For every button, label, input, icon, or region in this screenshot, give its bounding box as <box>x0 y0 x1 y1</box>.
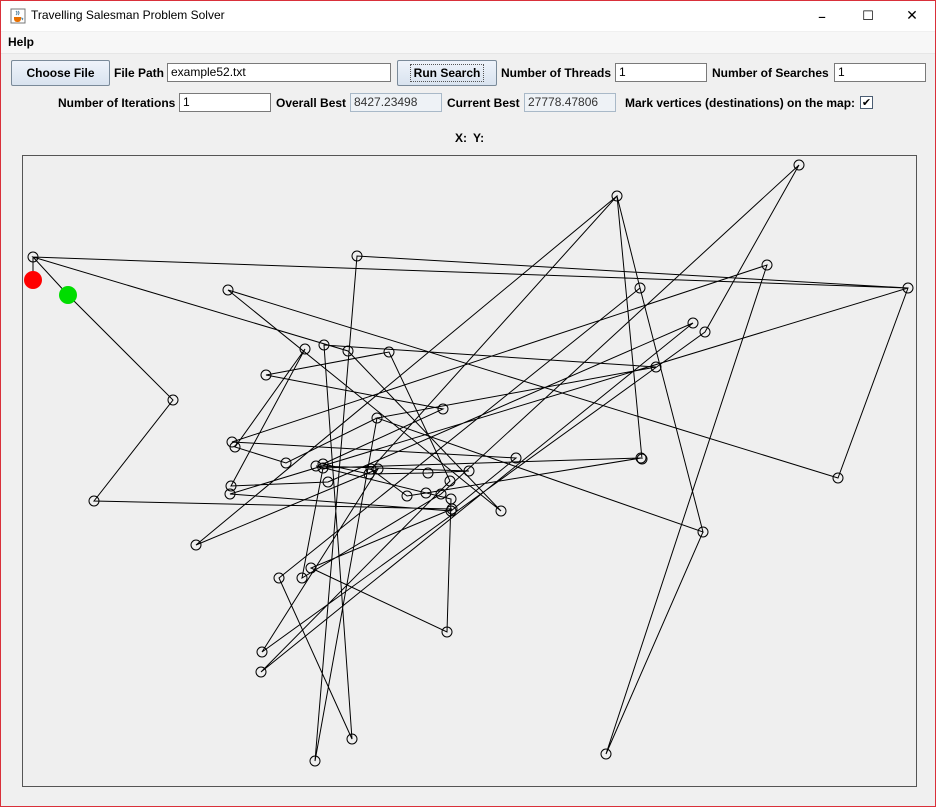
searches-input[interactable]: 1 <box>834 63 926 82</box>
mark-vertices-label: Mark vertices (destinations) on the map: <box>625 96 856 110</box>
searches-label: Number of Searches <box>712 66 829 80</box>
overall-best-value: 8427.23498 <box>350 93 442 112</box>
title-bar[interactable]: Travelling Salesman Problem Solver – ☐ ✕ <box>1 1 935 31</box>
mark-vertices-checkbox[interactable]: ✔ <box>860 96 873 109</box>
tour-map-canvas[interactable] <box>22 155 917 787</box>
menu-help[interactable]: Help <box>8 35 34 49</box>
tour-map-svg <box>24 159 914 767</box>
overall-best-label: Overall Best <box>276 96 347 110</box>
menu-bar: Help <box>1 32 935 54</box>
minimize-button[interactable]: – <box>799 1 845 31</box>
y-coordinate-label: Y: <box>473 131 485 145</box>
x-coordinate-label: X: <box>455 131 467 145</box>
choose-file-label: Choose File <box>26 66 95 80</box>
start-vertex-marker <box>24 271 42 289</box>
maximize-button[interactable]: ☐ <box>845 1 891 31</box>
choose-file-button[interactable]: Choose File <box>11 60 110 86</box>
java-cup-icon <box>10 8 26 24</box>
threads-input[interactable]: 1 <box>615 63 707 82</box>
file-path-input[interactable]: example52.txt <box>167 63 391 82</box>
file-path-label: File Path <box>114 66 165 80</box>
iterations-label: Number of Iterations <box>58 96 176 110</box>
end-vertex-marker <box>59 286 77 304</box>
threads-label: Number of Threads <box>501 66 612 80</box>
close-button[interactable]: ✕ <box>889 1 935 31</box>
window-title: Travelling Salesman Problem Solver <box>31 8 225 22</box>
minimize-icon: – <box>818 6 826 26</box>
iterations-input[interactable]: 1 <box>179 93 271 112</box>
current-best-label: Current Best <box>447 96 520 110</box>
current-best-value: 27778.47806 <box>524 93 616 112</box>
maximize-icon: ☐ <box>862 8 874 24</box>
tour-path <box>31 164 909 762</box>
run-search-button[interactable]: Run Search <box>397 60 497 86</box>
checkmark-icon: ✔ <box>861 96 872 109</box>
run-search-label: Run Search <box>409 64 485 82</box>
app-window: Travelling Salesman Problem Solver – ☐ ✕… <box>0 0 936 807</box>
close-icon: ✕ <box>906 8 918 24</box>
